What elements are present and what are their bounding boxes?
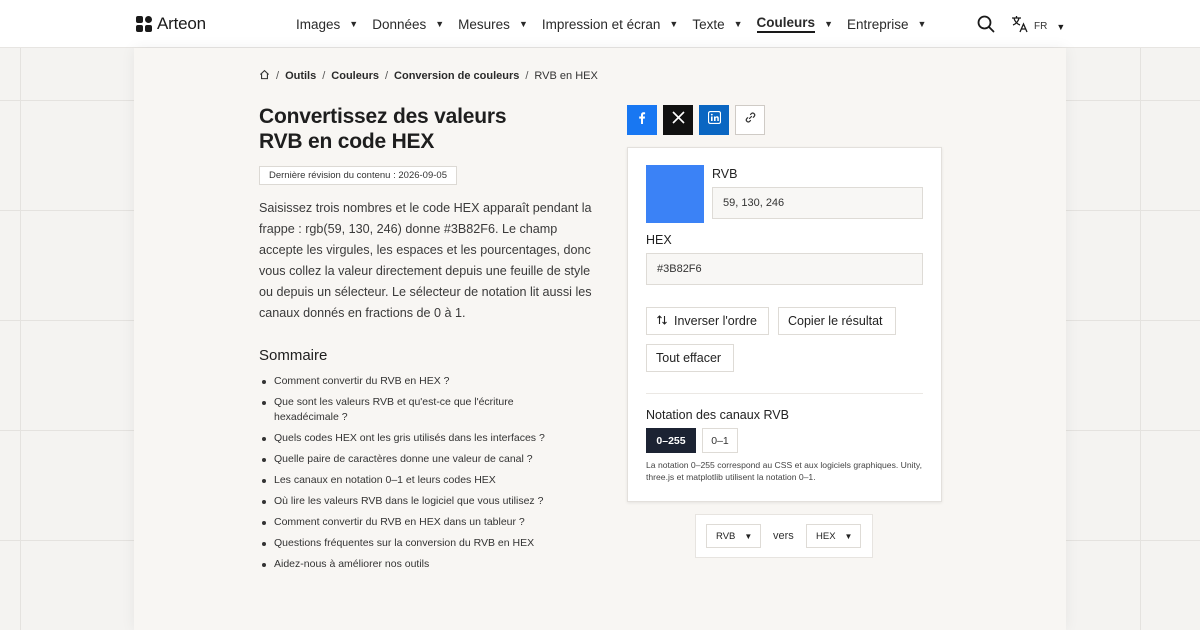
home-icon[interactable] bbox=[259, 69, 270, 83]
clear-all-button[interactable]: Tout effacer bbox=[646, 344, 734, 372]
toc-item[interactable]: Les canaux en notation 0–1 et leurs code… bbox=[259, 473, 559, 488]
from-format-value: RVB bbox=[716, 530, 736, 542]
breadcrumb-separator: / bbox=[276, 70, 280, 82]
rgb-label: RVB bbox=[712, 167, 738, 181]
hex-output[interactable] bbox=[646, 253, 923, 285]
breadcrumb-item-outils[interactable]: Outils bbox=[285, 70, 316, 82]
language-selector[interactable]: FR ▼ bbox=[1011, 15, 1065, 38]
top-header: Arteon Images ▼ Données ▼ Mesures ▼ Impress… bbox=[0, 0, 1200, 48]
page-title-line: RVB en code HEX bbox=[259, 130, 435, 153]
notation-label: Notation des canaux RVB bbox=[646, 408, 789, 422]
x-share-button[interactable] bbox=[663, 105, 693, 135]
chevron-down-icon: ▼ bbox=[744, 531, 753, 541]
toc-item[interactable]: Quelle paire de caractères donne une val… bbox=[259, 452, 559, 467]
logo-mark-icon bbox=[136, 16, 152, 32]
toc-item[interactable]: Questions fréquentes sur la conversion d… bbox=[259, 536, 559, 551]
chevron-down-icon: ▼ bbox=[844, 531, 853, 541]
nav-label: Impression et écran bbox=[541, 16, 661, 32]
nav-label: Mesures bbox=[458, 16, 510, 32]
nav-label: Couleurs bbox=[756, 15, 816, 33]
language-code: FR bbox=[1034, 21, 1048, 32]
toc-item[interactable]: Quels codes HEX ont les gris utilisés da… bbox=[259, 431, 559, 446]
nav-label: Images bbox=[296, 16, 341, 32]
toc-item[interactable]: Comment convertir du RVB en HEX ? bbox=[259, 374, 559, 389]
breadcrumb-current: RVB en HEX bbox=[534, 70, 598, 82]
nav-label: Texte bbox=[692, 16, 725, 32]
panel-divider bbox=[646, 393, 923, 394]
translate-icon bbox=[1011, 15, 1029, 38]
chevron-down-icon: ▼ bbox=[733, 19, 743, 29]
breadcrumb-separator: / bbox=[384, 70, 389, 82]
clear-all-label: Tout effacer bbox=[656, 351, 722, 365]
intro-paragraph: Saisissez trois nombres et le code HEX a… bbox=[259, 201, 592, 320]
breadcrumb-item-couleurs[interactable]: Couleurs bbox=[331, 70, 379, 82]
toc-item[interactable]: Où lire les valeurs RVB dans le logiciel… bbox=[259, 494, 559, 509]
facebook-share-button[interactable] bbox=[627, 105, 657, 135]
nav-label: Données bbox=[372, 16, 427, 32]
nav-item-mesures[interactable]: Mesures ▼ bbox=[458, 0, 528, 48]
swap-order-button[interactable]: Inverser l'ordre bbox=[646, 307, 769, 335]
copy-result-label: Copier le résultat bbox=[788, 314, 883, 328]
toc-item[interactable]: Aidez-nous à améliorer nos outils bbox=[259, 557, 559, 572]
nav-item-couleurs[interactable]: Couleurs ▼ bbox=[756, 0, 833, 48]
chevron-down-icon: ▼ bbox=[669, 19, 679, 29]
chevron-down-icon: ▼ bbox=[518, 19, 528, 29]
linkedin-icon bbox=[707, 110, 721, 129]
chevron-down-icon: ▼ bbox=[349, 19, 359, 29]
breadcrumb-separator: / bbox=[525, 70, 529, 82]
copy-link-button[interactable] bbox=[735, 105, 765, 135]
share-bar bbox=[627, 105, 765, 135]
hex-label: HEX bbox=[646, 233, 672, 247]
brand-logo[interactable]: Arteon bbox=[136, 14, 206, 34]
nav-item-donnees[interactable]: Données ▼ bbox=[372, 0, 444, 48]
nav-item-entreprise[interactable]: Entreprise ▼ bbox=[847, 0, 926, 48]
brand-name: Arteon bbox=[157, 14, 206, 33]
swap-order-label: Inverser l'ordre bbox=[674, 314, 757, 328]
toc-item[interactable]: Que sont les valeurs RVB et qu'est-ce qu… bbox=[259, 395, 559, 425]
revision-badge: Dernière révision du contenu : 2026-09-0… bbox=[259, 166, 457, 185]
chevron-down-icon: ▼ bbox=[1056, 21, 1066, 32]
page-title-line: Convertissez des valeurs bbox=[259, 105, 507, 128]
nav-item-images[interactable]: Images ▼ bbox=[296, 0, 358, 48]
breadcrumb: / Outils / Couleurs / Conversion de coul… bbox=[259, 69, 598, 83]
notation-note: La notation 0–255 correspond au CSS et a… bbox=[646, 460, 922, 482]
to-format-select[interactable]: HEX ▼ bbox=[806, 524, 861, 548]
linkedin-share-button[interactable] bbox=[699, 105, 729, 135]
direction-vers: vers bbox=[773, 530, 794, 542]
breadcrumb-separator: / bbox=[322, 70, 326, 82]
from-format-select[interactable]: RVB ▼ bbox=[706, 524, 761, 548]
rgb-input[interactable] bbox=[712, 187, 923, 219]
toc-list: Comment convertir du RVB en HEX ? Que so… bbox=[259, 374, 559, 578]
main-nav: Images ▼ Données ▼ Mesures ▼ Impression et … bbox=[296, 0, 940, 48]
copy-result-button[interactable]: Copier le résultat bbox=[778, 307, 896, 335]
chevron-down-icon: ▼ bbox=[435, 19, 445, 29]
nav-label: Entreprise bbox=[846, 16, 909, 32]
nav-item-impression[interactable]: Impression et écran ▼ bbox=[542, 0, 678, 48]
x-icon bbox=[671, 111, 685, 129]
page-title: Convertissez des valeurs RVB en code HEX bbox=[259, 104, 579, 154]
chevron-down-icon: ▼ bbox=[824, 19, 833, 29]
link-icon bbox=[744, 111, 757, 129]
nav-item-texte[interactable]: Texte ▼ bbox=[692, 0, 742, 48]
notation-option-0-1[interactable]: 0–1 bbox=[702, 428, 738, 453]
chevron-down-icon: ▼ bbox=[917, 19, 927, 29]
to-format-value: HEX bbox=[816, 530, 836, 542]
color-swatch bbox=[646, 165, 704, 223]
search-icon[interactable] bbox=[977, 15, 995, 33]
facebook-icon bbox=[635, 111, 649, 130]
toc-item[interactable]: Comment convertir du RVB en HEX dans un … bbox=[259, 515, 559, 530]
swap-arrows-icon bbox=[656, 314, 668, 329]
toc-title: Sommaire bbox=[259, 347, 328, 364]
notation-option-0-255[interactable]: 0–255 bbox=[646, 428, 696, 453]
breadcrumb-item-conversion[interactable]: Conversion de couleurs bbox=[394, 70, 519, 82]
